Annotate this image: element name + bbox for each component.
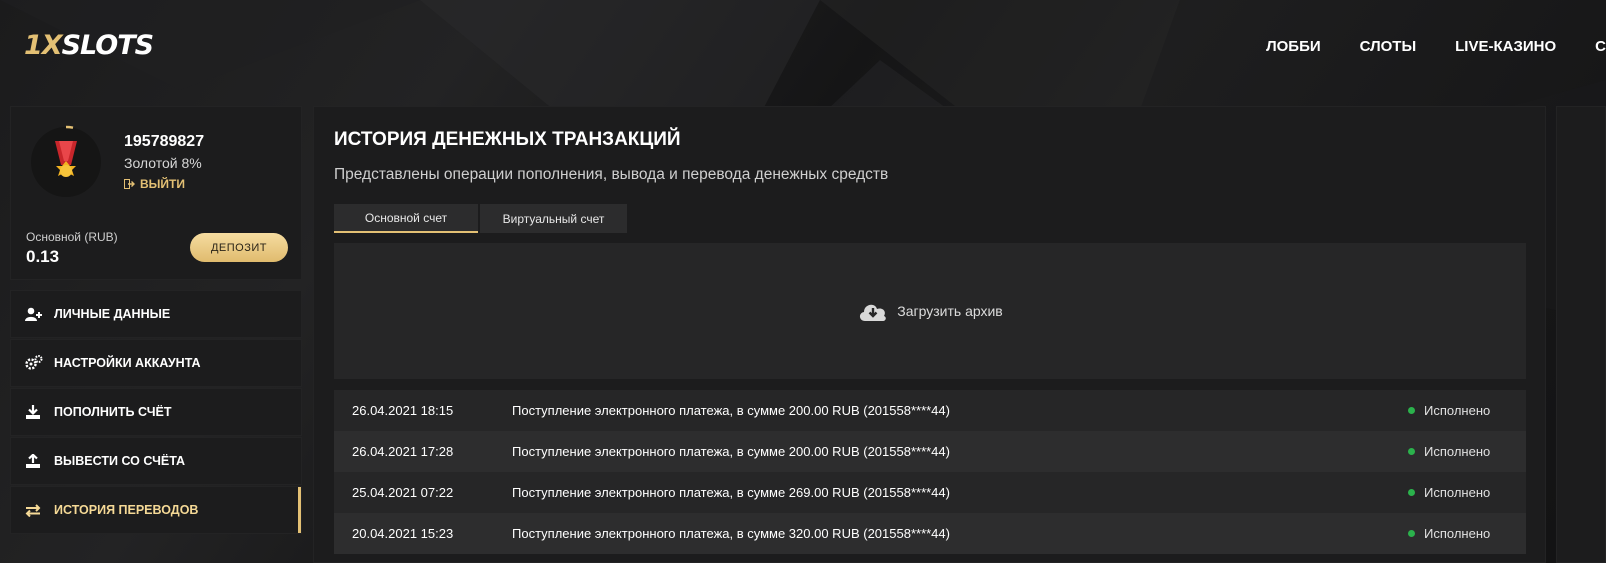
menu-item-account-settings[interactable]: НАСТРОЙКИ АККАУНТА [10, 339, 302, 387]
user-plus-icon [25, 306, 43, 322]
download-icon [25, 404, 43, 420]
status-dot [1408, 407, 1415, 414]
menu-item-label: ВЫВЕСТИ СО СЧЁТА [54, 454, 186, 468]
status-label: Исполнено [1424, 485, 1491, 500]
transaction-date: 26.04.2021 18:15 [352, 403, 454, 418]
status-dot [1408, 530, 1415, 537]
status-dot [1408, 489, 1415, 496]
page-subtitle: Представлены операции пополнения, вывода… [334, 166, 889, 183]
status-label: Исполнено [1424, 526, 1491, 541]
table-row[interactable]: 26.04.2021 17:28 Поступление электронног… [334, 431, 1526, 472]
logo-prefix: 1X [24, 30, 63, 61]
tab-main-account[interactable]: Основной счет [334, 204, 478, 233]
transactions-table: 26.04.2021 18:15 Поступление электронног… [334, 390, 1526, 554]
transaction-date: 26.04.2021 17:28 [352, 444, 454, 459]
menu-item-personal-data[interactable]: ЛИЧНЫЕ ДАННЫЕ [10, 290, 302, 338]
tab-virtual-account[interactable]: Виртуальный счет [480, 204, 627, 233]
logout-button[interactable]: ВЫЙТИ [124, 177, 185, 191]
deposit-button[interactable]: ДЕПОЗИТ [190, 233, 288, 262]
user-level: Золотой 8% [124, 155, 202, 171]
status-label: Исполнено [1424, 403, 1491, 418]
nav-item-lobby[interactable]: ЛОББИ [1266, 38, 1321, 55]
logout-icon [124, 179, 135, 189]
transfer-arrows-icon [25, 502, 43, 518]
user-id: 195789827 [124, 133, 205, 150]
status-dot [1408, 448, 1415, 455]
archive-area: Загрузить архив [334, 243, 1526, 379]
logout-label: ВЫЙТИ [140, 177, 185, 191]
table-row[interactable]: 20.04.2021 15:23 Поступление электронног… [334, 513, 1526, 554]
level-progress-arc [65, 125, 74, 129]
nav-item-slots[interactable]: СЛОТЫ [1360, 38, 1417, 55]
table-row[interactable]: 26.04.2021 18:15 Поступление электронног… [334, 390, 1526, 431]
transaction-status: Исполнено [1408, 403, 1490, 418]
account-menu: ЛИЧНЫЕ ДАННЫЕ НАСТРОЙКИ АККАУНТА ПОПОЛНИ… [10, 290, 302, 535]
page-title: ИСТОРИЯ ДЕНЕЖНЫХ ТРАНЗАКЦИЙ [334, 129, 681, 150]
menu-item-withdraw[interactable]: ВЫВЕСТИ СО СЧЁТА [10, 437, 302, 485]
transaction-date: 25.04.2021 07:22 [352, 485, 454, 500]
profile-card: 195789827 Золотой 8% ВЫЙТИ Основной (RUB… [10, 106, 302, 280]
download-archive-button[interactable]: Загрузить архив [857, 299, 1003, 323]
right-side-panel [1556, 106, 1606, 563]
transaction-status: Исполнено [1408, 444, 1490, 459]
table-row[interactable]: 25.04.2021 07:22 Поступление электронног… [334, 472, 1526, 513]
upload-icon [25, 453, 43, 469]
status-label: Исполнено [1424, 444, 1491, 459]
nav-item-more[interactable]: С [1595, 38, 1606, 55]
transaction-description: Поступление электронного платежа, в сумм… [512, 403, 950, 418]
download-archive-label: Загрузить архив [897, 303, 1003, 319]
menu-item-deposit[interactable]: ПОПОЛНИТЬ СЧЁТ [10, 388, 302, 436]
nav-item-live-casino[interactable]: LIVE-КАЗИНО [1455, 38, 1556, 55]
menu-item-label: ИСТОРИЯ ПЕРЕВОДОВ [54, 503, 199, 517]
site-header: 1XSLOTS ЛОББИ СЛОТЫ LIVE-КАЗИНО С [0, 0, 1606, 96]
transaction-status: Исполнено [1408, 485, 1490, 500]
transaction-description: Поступление электронного платежа, в сумм… [512, 485, 950, 500]
account-tabs: Основной счет Виртуальный счет [334, 204, 629, 233]
transaction-date: 20.04.2021 15:23 [352, 526, 454, 541]
menu-item-label: НАСТРОЙКИ АККАУНТА [54, 356, 201, 370]
transactions-panel: ИСТОРИЯ ДЕНЕЖНЫХ ТРАНЗАКЦИЙ Представлены… [313, 106, 1546, 563]
balance-label: Основной (RUB) [26, 230, 118, 244]
transaction-description: Поступление электронного платежа, в сумм… [512, 526, 950, 541]
menu-item-label: ПОПОЛНИТЬ СЧЁТ [54, 405, 172, 419]
transaction-status: Исполнено [1408, 526, 1490, 541]
site-logo[interactable]: 1XSLOTS [24, 30, 155, 61]
menu-item-label: ЛИЧНЫЕ ДАННЫЕ [54, 307, 171, 321]
logo-suffix: SLOTS [61, 30, 155, 61]
menu-item-transfer-history[interactable]: ИСТОРИЯ ПЕРЕВОДОВ [10, 486, 302, 534]
transaction-description: Поступление электронного платежа, в сумм… [512, 444, 950, 459]
cloud-download-icon [860, 304, 887, 321]
gears-icon [25, 355, 43, 371]
main-nav: ЛОББИ СЛОТЫ LIVE-КАЗИНО С [1227, 38, 1606, 55]
balance-value: 0.13 [26, 247, 60, 266]
